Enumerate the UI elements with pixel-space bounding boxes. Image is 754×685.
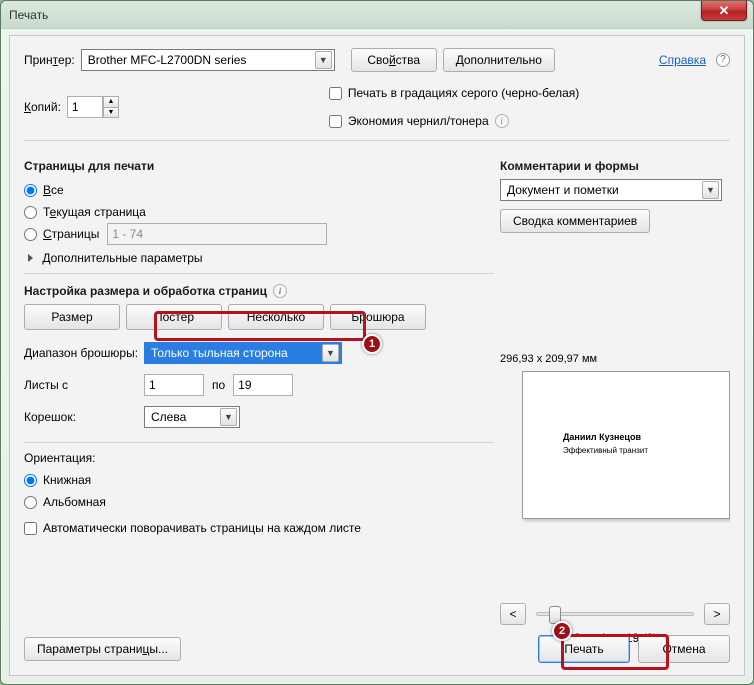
- help-icon[interactable]: ?: [716, 53, 730, 67]
- copies-spin-down[interactable]: ▼: [103, 107, 119, 118]
- copies-input[interactable]: [67, 96, 103, 118]
- pages-range-radio[interactable]: Страницы: [24, 223, 494, 245]
- info-icon[interactable]: i: [273, 284, 287, 298]
- close-button[interactable]: ✕: [701, 1, 747, 21]
- sheets-from-input[interactable]: [144, 374, 204, 396]
- pages-current-radio[interactable]: Текущая страница: [24, 201, 494, 223]
- booklet-range-label: Диапазон брошюры:: [24, 346, 144, 360]
- ink-save-checkbox[interactable]: Экономия чернил/тонера i: [329, 110, 579, 132]
- grayscale-checkbox[interactable]: Печать в градациях серого (черно-белая): [329, 82, 579, 104]
- cancel-button[interactable]: Отмена: [638, 635, 730, 663]
- preview-line2: Эффективный транзит: [563, 446, 648, 455]
- window-title: Печать: [9, 8, 48, 22]
- chevron-down-icon: ▼: [315, 51, 332, 69]
- comments-section-title: Комментарии и формы: [500, 159, 730, 173]
- tab-multiple[interactable]: Несколько: [228, 304, 324, 330]
- binding-label: Корешок:: [24, 410, 144, 424]
- chevron-down-icon: ▼: [220, 408, 237, 426]
- sheets-to-input[interactable]: [233, 374, 293, 396]
- print-preview: Даниил Кузнецов Эффективный транзит: [522, 371, 730, 519]
- disclosure-icon: [28, 254, 33, 262]
- chevron-down-icon: ▼: [322, 344, 339, 362]
- chevron-down-icon: ▼: [702, 181, 719, 199]
- preview-next-button[interactable]: >: [704, 603, 730, 625]
- preview-prev-button[interactable]: <: [500, 603, 526, 625]
- booklet-range-select[interactable]: Только тыльная сторона ▼: [144, 342, 342, 364]
- print-button[interactable]: Печать: [538, 635, 630, 663]
- printer-select[interactable]: Brother MFC-L2700DN series ▼: [81, 49, 335, 71]
- sheets-from-label: Листы с: [24, 378, 144, 392]
- tab-booklet[interactable]: Брошюра: [330, 304, 426, 330]
- orientation-portrait-radio[interactable]: Книжная: [24, 469, 494, 491]
- preview-line1: Даниил Кузнецов: [563, 432, 641, 442]
- close-icon: ✕: [719, 3, 730, 19]
- comments-select[interactable]: Документ и пометки ▼: [500, 179, 722, 201]
- help-link[interactable]: Справка: [659, 53, 706, 67]
- properties-button[interactable]: Свойства: [351, 48, 437, 72]
- preview-dimensions: 296,93 x 209,97 мм: [500, 353, 730, 365]
- sheets-to-label: по: [212, 378, 225, 392]
- advanced-button[interactable]: Дополнительно: [443, 48, 555, 72]
- copies-label: Копий:: [24, 100, 61, 114]
- annotation-badge-1: 1: [362, 334, 382, 354]
- annotation-badge-2: 2: [552, 621, 572, 641]
- pages-range-input[interactable]: [107, 223, 327, 245]
- sizing-section-title: Настройка размера и обработка страницi: [24, 284, 494, 298]
- pages-section-title: Страницы для печати: [24, 159, 494, 173]
- orientation-landscape-radio[interactable]: Альбомная: [24, 491, 494, 513]
- titlebar[interactable]: Печать ✕: [1, 1, 753, 29]
- autorotate-checkbox[interactable]: Автоматически поворачивать страницы на к…: [24, 517, 494, 539]
- preview-slider[interactable]: [536, 612, 694, 616]
- page-setup-button[interactable]: Параметры страницы...: [24, 637, 181, 661]
- pages-all-radio[interactable]: Все: [24, 179, 494, 201]
- orientation-title: Ориентация:: [24, 451, 494, 465]
- printer-label: Принтер:: [24, 53, 75, 67]
- copies-spin-up[interactable]: ▲: [103, 96, 119, 107]
- tab-size[interactable]: Размер: [24, 304, 120, 330]
- binding-select[interactable]: Слева ▼: [144, 406, 240, 428]
- info-icon[interactable]: i: [495, 114, 509, 128]
- tab-poster[interactable]: Постер: [126, 304, 222, 330]
- comments-summary-button[interactable]: Сводка комментариев: [500, 209, 650, 233]
- more-params-toggle[interactable]: Дополнительные параметры: [28, 251, 494, 265]
